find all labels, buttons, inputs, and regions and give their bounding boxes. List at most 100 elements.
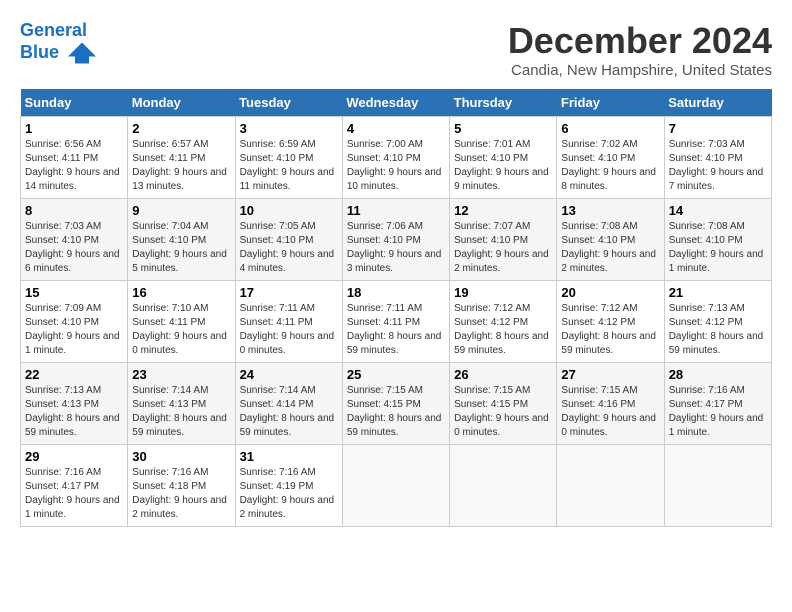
title-area: December 2024 Candia, New Hampshire, Uni… xyxy=(508,20,772,79)
calendar-cell: 18 Sunrise: 7:11 AM Sunset: 4:11 PM Dayl… xyxy=(342,281,449,363)
day-info: Sunrise: 7:03 AM Sunset: 4:10 PM Dayligh… xyxy=(25,220,123,276)
calendar-cell: 7 Sunrise: 7:03 AM Sunset: 4:10 PM Dayli… xyxy=(664,117,771,199)
logo: General Blue xyxy=(20,20,96,64)
col-saturday: Saturday xyxy=(664,89,771,117)
day-info: Sunrise: 7:16 AM Sunset: 4:17 PM Dayligh… xyxy=(25,466,123,522)
day-number: 24 xyxy=(240,367,338,382)
day-number: 23 xyxy=(132,367,230,382)
day-number: 5 xyxy=(454,121,552,136)
day-info: Sunrise: 7:16 AM Sunset: 4:19 PM Dayligh… xyxy=(240,466,338,522)
day-number: 4 xyxy=(347,121,445,136)
day-info: Sunrise: 6:57 AM Sunset: 4:11 PM Dayligh… xyxy=(132,138,230,194)
calendar-cell: 24 Sunrise: 7:14 AM Sunset: 4:14 PM Dayl… xyxy=(235,363,342,445)
col-sunday: Sunday xyxy=(21,89,128,117)
calendar-cell: 22 Sunrise: 7:13 AM Sunset: 4:13 PM Dayl… xyxy=(21,363,128,445)
day-number: 3 xyxy=(240,121,338,136)
day-number: 9 xyxy=(132,203,230,218)
day-number: 13 xyxy=(561,203,659,218)
calendar-cell: 26 Sunrise: 7:15 AM Sunset: 4:15 PM Dayl… xyxy=(450,363,557,445)
day-info: Sunrise: 7:16 AM Sunset: 4:18 PM Dayligh… xyxy=(132,466,230,522)
calendar-cell: 17 Sunrise: 7:11 AM Sunset: 4:11 PM Dayl… xyxy=(235,281,342,363)
calendar-cell: 25 Sunrise: 7:15 AM Sunset: 4:15 PM Dayl… xyxy=(342,363,449,445)
logo-text2: Blue xyxy=(20,42,96,64)
day-info: Sunrise: 7:12 AM Sunset: 4:12 PM Dayligh… xyxy=(561,302,659,358)
day-info: Sunrise: 7:15 AM Sunset: 4:16 PM Dayligh… xyxy=(561,384,659,440)
calendar-cell: 27 Sunrise: 7:15 AM Sunset: 4:16 PM Dayl… xyxy=(557,363,664,445)
day-info: Sunrise: 7:09 AM Sunset: 4:10 PM Dayligh… xyxy=(25,302,123,358)
day-number: 26 xyxy=(454,367,552,382)
day-info: Sunrise: 7:04 AM Sunset: 4:10 PM Dayligh… xyxy=(132,220,230,276)
day-number: 14 xyxy=(669,203,767,218)
col-friday: Friday xyxy=(557,89,664,117)
calendar-cell: 31 Sunrise: 7:16 AM Sunset: 4:19 PM Dayl… xyxy=(235,445,342,527)
day-number: 29 xyxy=(25,449,123,464)
calendar-cell: 11 Sunrise: 7:06 AM Sunset: 4:10 PM Dayl… xyxy=(342,199,449,281)
day-number: 30 xyxy=(132,449,230,464)
calendar-cell: 14 Sunrise: 7:08 AM Sunset: 4:10 PM Dayl… xyxy=(664,199,771,281)
calendar-cell: 5 Sunrise: 7:01 AM Sunset: 4:10 PM Dayli… xyxy=(450,117,557,199)
day-info: Sunrise: 7:08 AM Sunset: 4:10 PM Dayligh… xyxy=(669,220,767,276)
calendar-cell: 23 Sunrise: 7:14 AM Sunset: 4:13 PM Dayl… xyxy=(128,363,235,445)
day-info: Sunrise: 7:06 AM Sunset: 4:10 PM Dayligh… xyxy=(347,220,445,276)
day-number: 8 xyxy=(25,203,123,218)
calendar-cell: 8 Sunrise: 7:03 AM Sunset: 4:10 PM Dayli… xyxy=(21,199,128,281)
location: Candia, New Hampshire, United States xyxy=(508,62,772,79)
calendar-week-2: 8 Sunrise: 7:03 AM Sunset: 4:10 PM Dayli… xyxy=(21,199,772,281)
calendar-cell xyxy=(664,445,771,527)
day-number: 6 xyxy=(561,121,659,136)
day-info: Sunrise: 7:05 AM Sunset: 4:10 PM Dayligh… xyxy=(240,220,338,276)
calendar-cell: 21 Sunrise: 7:13 AM Sunset: 4:12 PM Dayl… xyxy=(664,281,771,363)
day-info: Sunrise: 7:07 AM Sunset: 4:10 PM Dayligh… xyxy=(454,220,552,276)
day-info: Sunrise: 7:03 AM Sunset: 4:10 PM Dayligh… xyxy=(669,138,767,194)
calendar-cell: 4 Sunrise: 7:00 AM Sunset: 4:10 PM Dayli… xyxy=(342,117,449,199)
calendar-cell: 30 Sunrise: 7:16 AM Sunset: 4:18 PM Dayl… xyxy=(128,445,235,527)
month-title: December 2024 xyxy=(508,20,772,62)
day-number: 25 xyxy=(347,367,445,382)
day-number: 10 xyxy=(240,203,338,218)
day-info: Sunrise: 7:02 AM Sunset: 4:10 PM Dayligh… xyxy=(561,138,659,194)
day-number: 22 xyxy=(25,367,123,382)
calendar-week-1: 1 Sunrise: 6:56 AM Sunset: 4:11 PM Dayli… xyxy=(21,117,772,199)
calendar-cell: 12 Sunrise: 7:07 AM Sunset: 4:10 PM Dayl… xyxy=(450,199,557,281)
day-info: Sunrise: 7:14 AM Sunset: 4:13 PM Dayligh… xyxy=(132,384,230,440)
calendar-cell: 6 Sunrise: 7:02 AM Sunset: 4:10 PM Dayli… xyxy=(557,117,664,199)
col-wednesday: Wednesday xyxy=(342,89,449,117)
day-info: Sunrise: 7:15 AM Sunset: 4:15 PM Dayligh… xyxy=(347,384,445,440)
logo-text: General xyxy=(20,20,96,42)
day-number: 12 xyxy=(454,203,552,218)
day-info: Sunrise: 7:01 AM Sunset: 4:10 PM Dayligh… xyxy=(454,138,552,194)
calendar-cell: 9 Sunrise: 7:04 AM Sunset: 4:10 PM Dayli… xyxy=(128,199,235,281)
calendar-cell: 10 Sunrise: 7:05 AM Sunset: 4:10 PM Dayl… xyxy=(235,199,342,281)
day-info: Sunrise: 7:00 AM Sunset: 4:10 PM Dayligh… xyxy=(347,138,445,194)
day-info: Sunrise: 7:12 AM Sunset: 4:12 PM Dayligh… xyxy=(454,302,552,358)
day-info: Sunrise: 6:59 AM Sunset: 4:10 PM Dayligh… xyxy=(240,138,338,194)
col-tuesday: Tuesday xyxy=(235,89,342,117)
day-number: 21 xyxy=(669,285,767,300)
calendar-week-4: 22 Sunrise: 7:13 AM Sunset: 4:13 PM Dayl… xyxy=(21,363,772,445)
calendar-cell xyxy=(342,445,449,527)
day-number: 18 xyxy=(347,285,445,300)
calendar-week-5: 29 Sunrise: 7:16 AM Sunset: 4:17 PM Dayl… xyxy=(21,445,772,527)
calendar-cell: 15 Sunrise: 7:09 AM Sunset: 4:10 PM Dayl… xyxy=(21,281,128,363)
calendar-cell xyxy=(450,445,557,527)
day-number: 20 xyxy=(561,285,659,300)
day-number: 28 xyxy=(669,367,767,382)
page-header: General Blue December 2024 Candia, New H… xyxy=(20,20,772,79)
col-monday: Monday xyxy=(128,89,235,117)
day-number: 15 xyxy=(25,285,123,300)
day-number: 27 xyxy=(561,367,659,382)
day-number: 2 xyxy=(132,121,230,136)
day-number: 7 xyxy=(669,121,767,136)
calendar-cell: 16 Sunrise: 7:10 AM Sunset: 4:11 PM Dayl… xyxy=(128,281,235,363)
day-info: Sunrise: 7:08 AM Sunset: 4:10 PM Dayligh… xyxy=(561,220,659,276)
calendar-cell: 19 Sunrise: 7:12 AM Sunset: 4:12 PM Dayl… xyxy=(450,281,557,363)
day-info: Sunrise: 7:13 AM Sunset: 4:13 PM Dayligh… xyxy=(25,384,123,440)
day-info: Sunrise: 7:11 AM Sunset: 4:11 PM Dayligh… xyxy=(347,302,445,358)
calendar-cell: 28 Sunrise: 7:16 AM Sunset: 4:17 PM Dayl… xyxy=(664,363,771,445)
col-thursday: Thursday xyxy=(450,89,557,117)
day-info: Sunrise: 7:11 AM Sunset: 4:11 PM Dayligh… xyxy=(240,302,338,358)
calendar-cell xyxy=(557,445,664,527)
day-number: 11 xyxy=(347,203,445,218)
calendar-cell: 2 Sunrise: 6:57 AM Sunset: 4:11 PM Dayli… xyxy=(128,117,235,199)
day-info: Sunrise: 7:16 AM Sunset: 4:17 PM Dayligh… xyxy=(669,384,767,440)
